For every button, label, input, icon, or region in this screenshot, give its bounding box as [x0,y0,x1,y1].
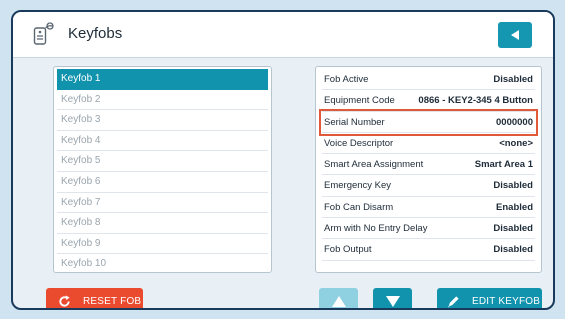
detail-row: Fob Active Disabled [322,69,535,91]
reset-icon [59,294,70,307]
detail-value: Disabled [493,223,533,235]
detail-label: Fob Output [324,244,372,256]
keyfob-list-item[interactable]: Keyfob 1 [57,69,268,90]
detail-label: Voice Descriptor [324,137,394,149]
detail-label: Serial Number [324,116,385,128]
detail-value: Disabled [493,244,533,256]
detail-row: Serial Number 0000000 [319,108,538,136]
keyfob-list-item[interactable]: Keyfob 4 [57,131,268,152]
detail-row: Smart Area Assignment Smart Area 1 [322,154,535,176]
keyfob-list-item[interactable]: Keyfob 10 [57,254,268,272]
keyfob-details: Fob Active Disabled Equipment Code 0866 - K… [315,66,542,273]
detail-label: Smart Area Assignment [324,159,424,171]
detail-value: Disabled [493,74,533,85]
edit-keyfob-button[interactable]: EDIT KEYFOB [437,288,542,308]
keyfob-list-item[interactable]: Keyfob 8 [57,213,268,234]
detail-label: Fob Active [324,74,369,85]
detail-value: <none> [499,137,533,149]
keyfob-list-item[interactable]: Keyfob 9 [57,234,268,255]
page-title: Keyfobs [68,25,123,42]
keyfob-list-item[interactable]: Keyfob 2 [57,90,268,111]
detail-row: Voice Descriptor <none> [322,133,535,155]
detail-label: Arm with No Entry Delay [324,223,428,235]
detail-value: Enabled [496,201,533,213]
move-down-button[interactable] [373,288,412,308]
reset-fob-button[interactable]: RESET FOB [46,288,143,308]
arrow-up-icon [331,295,346,307]
detail-value: 0000000 [496,116,533,128]
detail-row: Arm with No Entry Delay Disabled [322,218,535,240]
edit-keyfob-label: EDIT KEYFOB [472,295,541,307]
pencil-icon [447,295,459,307]
keyfob-list: Keyfob 1 Keyfob 2 Keyfob 3 Keyfob 4 Keyfob 5… [53,66,272,273]
detail-value: Smart Area 1 [474,159,533,171]
detail-row: Equipment Code 0866 - KEY2-345 4 Button [322,90,535,112]
reset-fob-label: RESET FOB [83,295,142,307]
arrow-down-icon [385,295,400,307]
keyfob-list-item[interactable]: Keyfob 3 [57,110,268,131]
detail-label: Fob Can Disarm [324,201,394,213]
detail-value: 0866 - KEY2-345 4 Button [418,95,533,107]
back-button[interactable] [498,22,532,48]
detail-row: Emergency Key Disabled [322,175,535,197]
keyfob-icon [33,22,54,45]
move-up-button[interactable] [319,288,358,308]
keyfob-list-item[interactable]: Keyfob 7 [57,193,268,214]
detail-row: Fob Can Disarm Enabled [322,197,535,219]
keyfob-list-item[interactable]: Keyfob 6 [57,172,268,193]
back-arrow-icon [511,30,519,40]
detail-label: Equipment Code [324,95,395,107]
detail-label: Emergency Key [324,180,392,192]
header-bar: Keyfobs [13,12,553,58]
detail-value: Disabled [493,180,533,192]
detail-row: Fob Output Disabled [322,239,535,261]
keyfobs-panel: Keyfobs Keyfob 1 Keyfob 2 Keyfob 3 Keyfob 4… [11,10,555,310]
keyfob-list-item[interactable]: Keyfob 5 [57,151,268,172]
